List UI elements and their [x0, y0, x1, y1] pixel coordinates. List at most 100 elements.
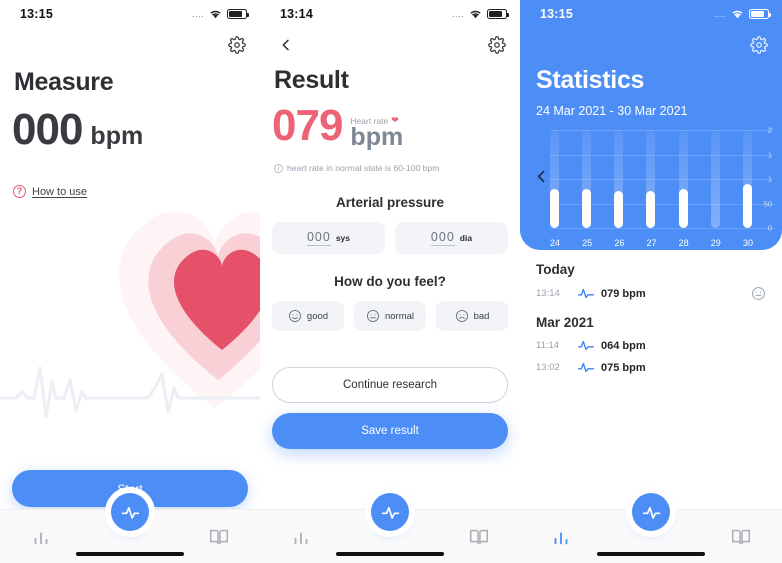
measure-value: 000 — [12, 105, 83, 154]
nav-book-icon[interactable] — [208, 526, 230, 548]
status-bar: 13:15 .... — [0, 0, 260, 28]
smiley-sad-icon — [455, 309, 469, 323]
row-time: 13:02 — [536, 362, 560, 373]
weekly-bar-chart: 0 50 1 1 2 24 25 26 27 28 29 30 — [520, 126, 782, 250]
chart-x-label: 26 — [614, 238, 625, 248]
chart-bar-fill — [582, 189, 592, 228]
home-indicator — [76, 552, 184, 556]
list-item[interactable]: 13:02 075 bpm — [520, 352, 782, 374]
page-title: Measure — [14, 68, 114, 96]
chart-bar[interactable] — [614, 130, 624, 228]
nav-book-icon[interactable] — [468, 526, 490, 548]
date-range-label: 24 Mar 2021 - 30 Mar 2021 — [536, 104, 688, 118]
mood-option-bad[interactable]: bad — [436, 301, 508, 331]
sys-suffix: sys — [335, 233, 351, 243]
status-icons: .... — [713, 9, 772, 19]
sys-input[interactable]: 000 sys — [272, 222, 385, 254]
result-unit: bpm — [350, 123, 404, 151]
row-value: 064 bpm — [601, 339, 646, 352]
save-result-button[interactable]: Save result — [272, 413, 508, 449]
chart-y-tick: 1 — [767, 150, 772, 159]
smiley-neutral-icon — [751, 286, 766, 301]
row-value: 075 bpm — [601, 361, 646, 374]
home-indicator — [597, 552, 705, 556]
three-screen-mockup: 13:15 .... Measure 000 bpm ? How to use — [0, 0, 782, 563]
smiley-happy-icon — [288, 309, 302, 323]
gear-icon[interactable] — [488, 36, 506, 54]
dia-suffix: dia — [459, 233, 473, 243]
chart-bar-track — [710, 130, 720, 228]
nav-bar-chart-icon[interactable] — [290, 526, 312, 548]
nav-book-icon[interactable] — [730, 526, 752, 548]
chart-x-label: 27 — [646, 238, 657, 248]
nav-pulse-button[interactable] — [632, 493, 670, 531]
statistics-header-card: 13:15 .... Statistics 24 Mar 2021 - 30 M… — [520, 0, 782, 250]
measure-unit: bpm — [90, 122, 144, 150]
pulse-icon — [578, 287, 594, 300]
home-indicator — [336, 552, 444, 556]
chart-gridline — [550, 228, 774, 229]
signal-dots-icon: .... — [713, 9, 726, 19]
result-topbar — [260, 28, 520, 58]
result-value: 079 — [272, 101, 343, 150]
save-result-label: Save result — [361, 425, 419, 437]
chart-bar-fill — [678, 189, 688, 228]
chart-bar[interactable] — [742, 130, 752, 228]
smiley-neutral-icon — [366, 309, 380, 323]
normal-range-note: i heart rate in normal state is 60-100 b… — [260, 151, 520, 173]
chart-bar-fill — [742, 183, 752, 228]
nav-pulse-button[interactable] — [371, 493, 409, 531]
list-item[interactable]: 11:14 064 bpm — [520, 330, 782, 352]
wifi-icon — [209, 9, 222, 19]
continue-research-button[interactable]: Continue research — [272, 367, 508, 403]
sys-value: 000 — [306, 230, 331, 246]
screen-result: 13:14 .... Result 079 Heart rate ❤ bpm i… — [260, 0, 520, 563]
mood-label-good: good — [306, 310, 329, 322]
mood-option-normal[interactable]: normal — [354, 301, 426, 331]
history-group-mar-2021: Mar 2021 11:14 064 bpm 13:02 075 bpm — [520, 315, 782, 374]
chart-y-tick: 1 — [767, 174, 772, 184]
chart-bar-fill — [550, 189, 559, 228]
nav-bar-chart-icon[interactable] — [30, 526, 52, 548]
continue-research-label: Continue research — [343, 379, 437, 391]
nav-pulse-button[interactable] — [111, 493, 149, 531]
statistics-topbar — [520, 28, 782, 58]
status-time: 13:15 — [540, 7, 573, 21]
status-time: 13:15 — [20, 7, 53, 21]
chart-bar[interactable] — [582, 130, 592, 228]
question-circle-icon: ? — [13, 185, 26, 198]
measure-value-block: 000 bpm — [0, 97, 260, 155]
battery-icon — [487, 9, 510, 19]
chart-bar[interactable] — [550, 130, 559, 228]
dia-input[interactable]: 000 dia — [395, 222, 508, 254]
chart-bar[interactable] — [646, 130, 656, 228]
chart-bar[interactable] — [710, 130, 720, 228]
chart-bars — [550, 130, 752, 228]
previous-week-button[interactable] — [533, 168, 550, 190]
chart-y-tick: 50 — [763, 199, 772, 208]
mood-option-good[interactable]: good — [272, 301, 344, 331]
chart-x-label: 25 — [582, 238, 593, 248]
list-item[interactable]: 13:14 079 bpm — [520, 277, 782, 301]
status-time: 13:14 — [280, 7, 313, 21]
mood-selector: good normal bad — [260, 301, 520, 331]
measurement-history-list: Today 13:14 079 bpm Mar 2021 11:14 064 b… — [520, 250, 782, 374]
chart-y-tick: 0 — [767, 223, 772, 233]
wifi-icon — [731, 9, 744, 19]
page-title: Result — [274, 66, 349, 94]
how-do-you-feel-heading: How do you feel? — [334, 274, 446, 289]
back-button[interactable] — [278, 37, 294, 53]
mood-label-normal: normal — [384, 310, 415, 322]
battery-icon — [227, 9, 250, 19]
group-title: Today — [536, 262, 575, 277]
result-value-block: 079 Heart rate ❤ bpm — [260, 95, 520, 151]
gear-icon[interactable] — [750, 36, 768, 54]
row-time: 13:14 — [536, 288, 560, 299]
nav-bar-chart-icon[interactable] — [550, 526, 572, 548]
gear-icon[interactable] — [228, 36, 246, 54]
status-icons: .... — [452, 9, 510, 19]
status-icons: .... — [192, 9, 250, 19]
chart-bar-fill — [646, 190, 656, 228]
normal-range-text: heart rate in normal state is 60-100 bpm — [287, 163, 440, 173]
chart-bar[interactable] — [678, 130, 688, 228]
